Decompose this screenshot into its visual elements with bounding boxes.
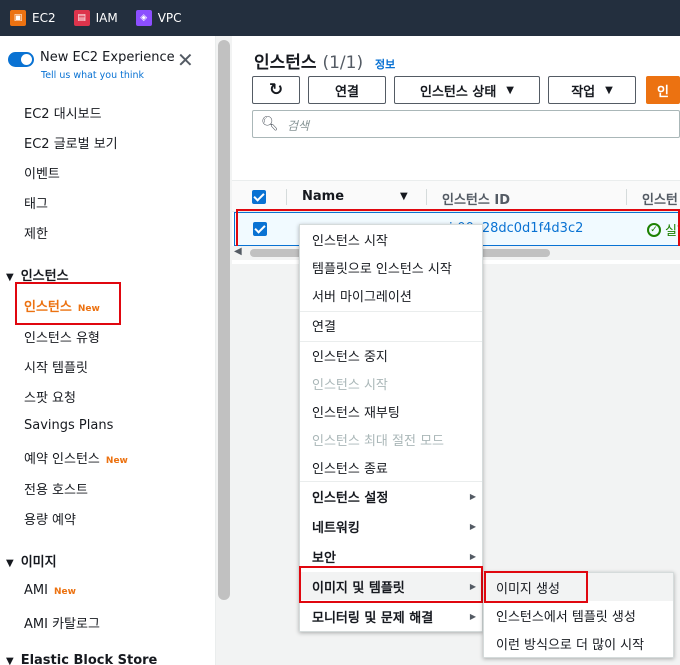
service-shortcut-ec2[interactable]: ▣ EC2	[10, 10, 56, 26]
caret-down-icon: ▼	[605, 84, 613, 96]
sidebar-item-ami-catalog[interactable]: AMI 카탈로그	[24, 613, 100, 632]
sidebar-scrollbar[interactable]	[216, 36, 232, 665]
service-shortcut-vpc[interactable]: ◈ VPC	[135, 10, 182, 26]
sidebar-item-dashboard[interactable]: EC2 대시보드	[24, 103, 102, 122]
chevron-right-icon: ▶	[469, 491, 476, 501]
section-label: Elastic Block Store	[20, 653, 158, 665]
menu-item-networking[interactable]: 네트워킹 ▶	[300, 512, 482, 540]
scrollbar-thumb[interactable]	[218, 40, 230, 600]
scroll-left-icon[interactable]: ◀	[234, 246, 242, 257]
table-header: Name ▼ 인스턴스 ID 인스턴	[232, 180, 680, 212]
service-label: EC2	[32, 11, 56, 25]
sidebar-item-reserved-instances[interactable]: 예약 인스턴스 New	[24, 448, 128, 467]
service-shortcut-iam[interactable]: ▤ IAM	[73, 10, 118, 26]
refresh-button[interactable]: ↻	[252, 76, 300, 104]
caret-down-icon: ▼	[506, 84, 514, 96]
column-divider	[426, 189, 427, 205]
sidebar-item-launch-templates[interactable]: 시작 템플릿	[24, 357, 88, 376]
close-icon[interactable]: ✕	[177, 50, 194, 70]
column-instance-id[interactable]: 인스턴스 ID	[442, 189, 510, 208]
refresh-icon: ↻	[268, 80, 284, 100]
column-state[interactable]: 인스턴	[642, 189, 678, 208]
caret-down-icon: ▼	[6, 656, 14, 665]
sidebar: New EC2 Experience Tell us what you thin…	[0, 36, 216, 665]
service-label: VPC	[157, 11, 182, 25]
new-experience-banner: New EC2 Experience Tell us what you thin…	[8, 50, 213, 90]
sidebar-item-savings-plans[interactable]: Savings Plans	[24, 418, 113, 433]
experience-title: New EC2 Experience	[40, 50, 175, 65]
menu-item-launch-from-template[interactable]: 템플릿으로 인스턴스 시작	[300, 253, 482, 281]
ec2-service-icon: ▣	[10, 10, 26, 26]
connect-button[interactable]: 연결	[308, 76, 386, 104]
service-label: IAM	[95, 11, 118, 25]
column-divider	[626, 189, 627, 205]
menu-item-stop-instance[interactable]: 인스턴스 중지	[300, 341, 482, 369]
select-all-checkbox[interactable]	[252, 190, 266, 204]
sidebar-section-images[interactable]: ▼ 이미지	[6, 551, 57, 570]
sidebar-item-capacity-reservations[interactable]: 용량 예약	[24, 509, 76, 528]
vpc-service-icon: ◈	[135, 10, 152, 26]
search-icon: 🔍︎	[261, 116, 279, 132]
actions-button[interactable]: 작업 ▼	[548, 76, 636, 104]
sidebar-section-ebs[interactable]: ▼ Elastic Block Store	[6, 653, 157, 665]
button-label: 인스턴스 상태	[420, 84, 497, 100]
new-experience-toggle[interactable]	[8, 52, 34, 67]
sidebar-item-label: AMI	[24, 583, 48, 598]
new-badge: New	[105, 456, 128, 466]
menu-item-monitoring-troubleshoot[interactable]: 모니터링 및 문제 해결 ▶	[300, 602, 482, 630]
chevron-right-icon: ▶	[469, 521, 476, 531]
menu-item-connect[interactable]: 연결	[300, 311, 482, 339]
sidebar-item-spot-requests[interactable]: 스팟 요청	[24, 387, 76, 406]
menu-item-instance-settings[interactable]: 인스턴스 설정 ▶	[300, 482, 482, 510]
menu-item-start-instance: 인스턴스 시작	[312, 377, 388, 393]
sort-desc-icon[interactable]: ▼	[400, 191, 408, 202]
column-divider	[286, 189, 287, 205]
page-title: 인스턴스 (1/1) 정보	[254, 48, 395, 73]
chevron-right-icon: ▶	[469, 611, 476, 621]
column-name[interactable]: Name	[302, 189, 344, 204]
sidebar-item-events[interactable]: 이벤트	[24, 163, 60, 182]
highlight-box	[299, 566, 483, 603]
search-input[interactable]: 🔍︎ 검색	[252, 110, 680, 138]
sidebar-item-tags[interactable]: 태그	[24, 193, 48, 212]
button-label: 작업	[571, 84, 596, 100]
sidebar-item-ami[interactable]: AMI New	[24, 583, 76, 598]
menu-item-hibernate-instance: 인스턴스 최대 절전 모드	[312, 433, 444, 449]
menu-item-launch-instance[interactable]: 인스턴스 시작	[300, 225, 482, 253]
sidebar-item-global-view[interactable]: EC2 글로벌 보기	[24, 133, 118, 152]
new-badge: New	[53, 587, 76, 597]
sidebar-item-dedicated-hosts[interactable]: 전용 호스트	[24, 479, 88, 498]
sidebar-item-limits[interactable]: 제한	[24, 223, 48, 242]
section-label: 이미지	[20, 555, 57, 570]
highlight-box	[484, 571, 588, 603]
launch-instances-button[interactable]: 인	[646, 76, 680, 104]
sidebar-item-label: 예약 인스턴스	[24, 452, 100, 467]
caret-down-icon: ▼	[6, 558, 14, 569]
search-placeholder: 검색	[287, 119, 310, 133]
feedback-link[interactable]: Tell us what you think	[41, 70, 144, 81]
instance-state-button[interactable]: 인스턴스 상태 ▼	[394, 76, 540, 104]
title-text: 인스턴스	[254, 53, 317, 73]
top-navigation-bar: ▣ EC2 ▤ IAM ◈ VPC	[0, 0, 680, 36]
iam-service-icon: ▤	[73, 10, 90, 26]
menu-item-label: 보안	[312, 550, 336, 566]
caret-down-icon: ▼	[6, 272, 14, 283]
sidebar-item-instance-types[interactable]: 인스턴스 유형	[24, 327, 100, 346]
menu-item-label: 인스턴스 설정	[312, 490, 389, 506]
selection-count: (1/1)	[322, 53, 364, 73]
info-link[interactable]: 정보	[375, 58, 395, 71]
menu-item-server-migration[interactable]: 서버 마이그레이션	[300, 281, 482, 309]
submenu-item-create-template-from-instance[interactable]: 인스턴스에서 템플릿 생성	[484, 601, 673, 629]
menu-item-reboot-instance[interactable]: 인스턴스 재부팅	[300, 397, 482, 425]
menu-item-terminate-instance[interactable]: 인스턴스 종료	[300, 453, 482, 481]
highlight-box	[15, 282, 121, 325]
submenu-item-launch-more-like-this[interactable]: 이런 방식으로 더 많이 시작	[484, 629, 673, 657]
menu-item-label: 모니터링 및 문제 해결	[312, 610, 434, 626]
menu-item-label: 네트워킹	[312, 520, 360, 536]
chevron-right-icon: ▶	[469, 551, 476, 561]
